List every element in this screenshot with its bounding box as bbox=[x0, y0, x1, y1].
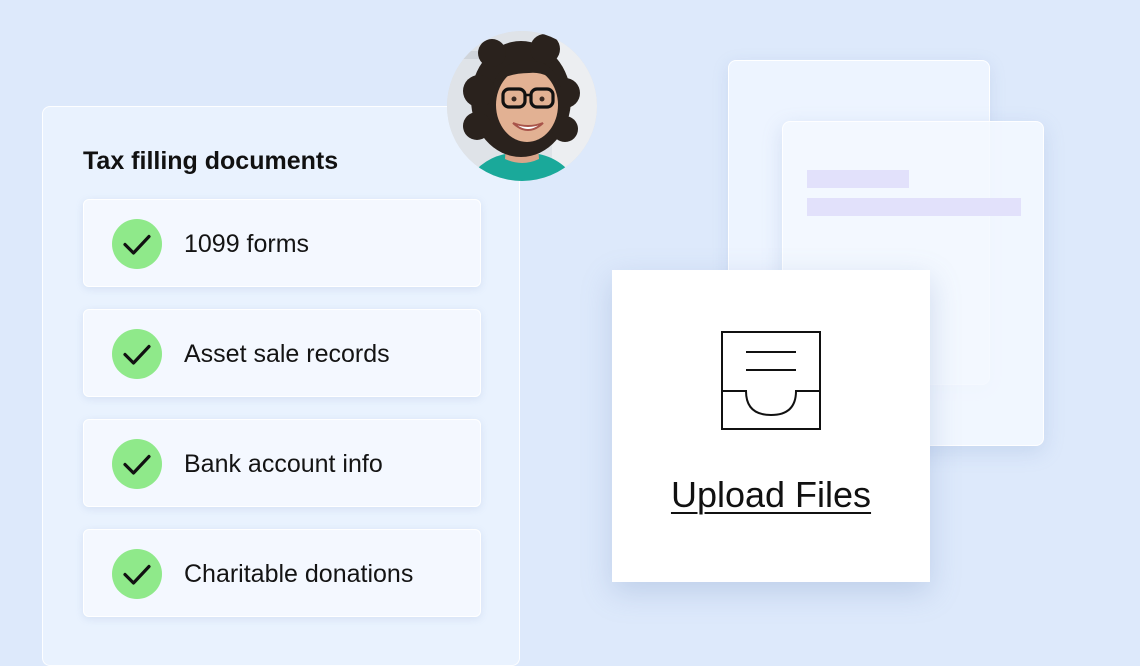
checkmark-icon bbox=[112, 329, 162, 379]
upload-card[interactable]: Upload Files bbox=[612, 270, 930, 582]
panel-title: Tax filling documents bbox=[83, 147, 339, 175]
document-placeholder-line bbox=[807, 198, 1021, 216]
document-item-1099-forms[interactable]: 1099 forms bbox=[83, 199, 481, 287]
document-item-label: Asset sale records bbox=[184, 340, 390, 368]
avatar bbox=[447, 31, 597, 181]
inbox-tray-icon bbox=[720, 330, 822, 437]
document-item-label: Charitable donations bbox=[184, 560, 414, 588]
upload-files-link[interactable]: Upload Files bbox=[612, 474, 930, 516]
document-item-label: 1099 forms bbox=[184, 230, 310, 258]
user-photo bbox=[447, 31, 597, 181]
document-item-bank-account-info[interactable]: Bank account info bbox=[83, 419, 481, 507]
checkmark-icon bbox=[112, 219, 162, 269]
checkmark-icon bbox=[112, 549, 162, 599]
checkmark-icon bbox=[112, 439, 162, 489]
document-placeholder-line bbox=[807, 170, 909, 188]
document-item-asset-sale-records[interactable]: Asset sale records bbox=[83, 309, 481, 397]
tax-documents-panel: Tax filling documents 1099 forms Asset s… bbox=[42, 106, 520, 666]
document-item-label: Bank account info bbox=[184, 450, 383, 478]
document-item-charitable-donations[interactable]: Charitable donations bbox=[83, 529, 481, 617]
